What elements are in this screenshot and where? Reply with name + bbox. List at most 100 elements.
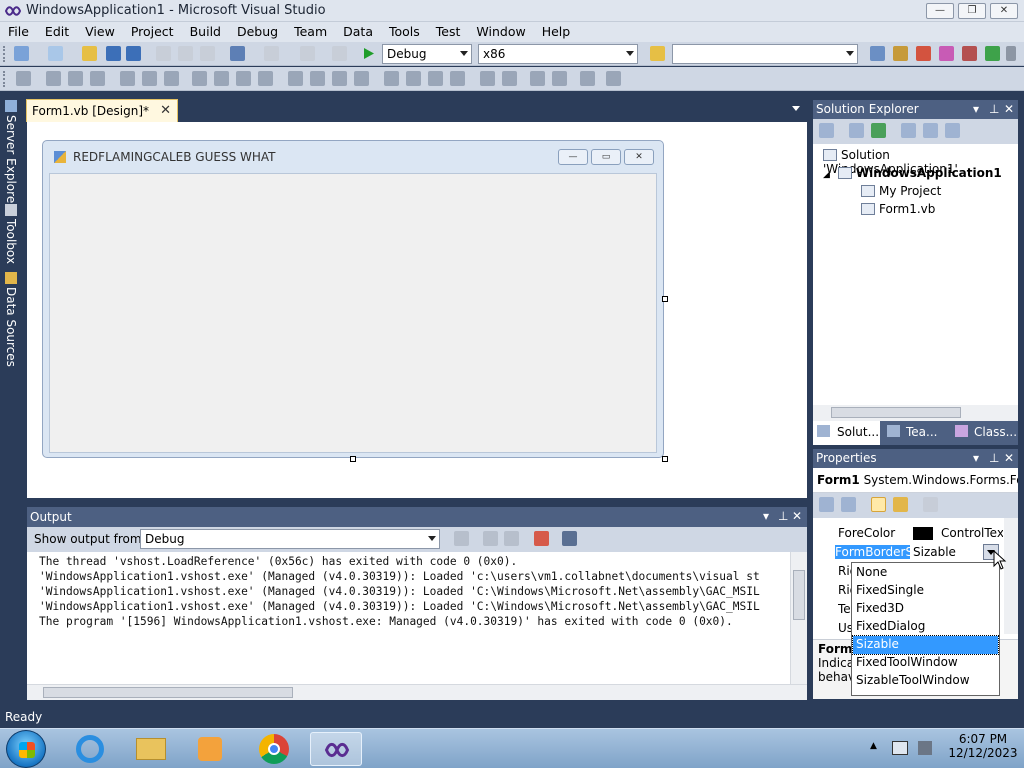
bring-to-front-icon[interactable] <box>530 71 545 86</box>
network-icon[interactable] <box>892 741 908 755</box>
solution-platform-dropdown[interactable]: x86 <box>478 44 638 64</box>
decrease-horizontal-spacing-icon[interactable] <box>332 71 347 86</box>
vertical-spacing-equal-icon[interactable] <box>384 71 399 86</box>
alphabetical-icon[interactable] <box>841 497 856 512</box>
scroll-thumb[interactable] <box>831 407 961 418</box>
next-message-icon[interactable] <box>504 531 519 546</box>
save-icon[interactable] <box>106 46 121 61</box>
toolbox-tab[interactable]: Toolbox <box>2 204 18 264</box>
internet-explorer-taskbar-button[interactable] <box>64 732 116 766</box>
align-lefts-icon[interactable] <box>46 71 61 86</box>
horizontal-spacing-equal-icon[interactable] <box>288 71 303 86</box>
align-to-grid-icon[interactable] <box>16 71 31 86</box>
menu-edit[interactable]: Edit <box>37 22 77 39</box>
scroll-thumb[interactable] <box>43 687 293 698</box>
find-message-icon[interactable] <box>454 531 469 546</box>
menu-build[interactable]: Build <box>182 22 229 39</box>
navigate-forward-icon[interactable] <box>332 46 347 61</box>
option-sizable-tool-window[interactable]: SizableToolWindow <box>853 672 998 690</box>
show-all-files-icon[interactable] <box>849 123 864 138</box>
chrome-taskbar-button[interactable] <box>248 732 300 766</box>
add-item-icon[interactable] <box>48 46 63 61</box>
menu-team[interactable]: Team <box>286 22 335 39</box>
navigate-backward-icon[interactable] <box>300 46 315 61</box>
property-row[interactable]: ForeColor ControlTex <box>813 524 1003 542</box>
solution-configuration-dropdown[interactable]: Debug <box>382 44 472 64</box>
active-files-dropdown-icon[interactable] <box>792 106 800 111</box>
align-bottoms-icon[interactable] <box>164 71 179 86</box>
events-icon[interactable] <box>893 497 908 512</box>
menu-window[interactable]: Window <box>468 22 533 39</box>
window-position-icon[interactable]: ▾ <box>763 509 769 523</box>
start-debugging-icon[interactable] <box>361 46 376 61</box>
option-none[interactable]: None <box>853 564 998 582</box>
restore-button[interactable]: ❐ <box>958 3 986 19</box>
close-output-icon[interactable]: ✕ <box>792 509 802 523</box>
option-fixed-3d[interactable]: Fixed3D <box>853 600 998 618</box>
auto-hide-pin-icon[interactable]: ⊥ <box>778 509 788 523</box>
output-source-dropdown[interactable]: Debug <box>140 529 440 549</box>
start-page-icon[interactable] <box>985 46 1000 61</box>
property-grid-scrollbar[interactable] <box>1004 518 1018 634</box>
toolbar-options-icon[interactable] <box>1006 46 1016 61</box>
paste-icon[interactable] <box>200 46 215 61</box>
align-rights-icon[interactable] <box>90 71 105 86</box>
find-input[interactable] <box>672 44 858 64</box>
tree-project[interactable]: ◢ WindowsApplication1 <box>823 166 1002 180</box>
view-class-diagram-icon[interactable] <box>945 123 960 138</box>
properties-view-icon[interactable] <box>871 497 886 512</box>
view-designer-icon[interactable] <box>923 123 938 138</box>
menu-test[interactable]: Test <box>428 22 469 39</box>
find-in-files-icon[interactable] <box>650 46 665 61</box>
properties-icon[interactable] <box>819 123 834 138</box>
property-row-selected[interactable]: FormBorderSt Sizable <box>813 543 1003 561</box>
redo-icon[interactable] <box>264 46 279 61</box>
save-all-icon[interactable] <box>126 46 141 61</box>
output-text[interactable]: The thread 'vshost.LoadReference' (0x56c… <box>27 552 789 685</box>
make-same-height-icon[interactable] <box>236 71 251 86</box>
solution-explorer-icon[interactable] <box>870 46 885 61</box>
clear-all-icon[interactable] <box>534 531 549 546</box>
tab-order-icon[interactable] <box>580 71 595 86</box>
menu-data[interactable]: Data <box>335 22 381 39</box>
property-pages-icon[interactable] <box>923 497 938 512</box>
remove-vertical-spacing-icon[interactable] <box>450 71 465 86</box>
align-centers-icon[interactable] <box>68 71 83 86</box>
resize-handle-corner[interactable] <box>662 456 668 462</box>
resize-handle-right[interactable] <box>662 296 668 302</box>
undo-icon[interactable] <box>230 46 245 61</box>
auto-hide-pin-icon[interactable]: ⊥ <box>989 102 999 116</box>
cut-icon[interactable] <box>156 46 171 61</box>
menu-project[interactable]: Project <box>123 22 182 39</box>
form-client-area[interactable] <box>49 173 657 453</box>
menu-debug[interactable]: Debug <box>229 22 286 39</box>
tab-team-explorer[interactable]: Tea... <box>906 425 937 439</box>
option-fixed-dialog[interactable]: FixedDialog <box>853 618 998 636</box>
make-same-size-icon[interactable] <box>258 71 273 86</box>
volume-muted-icon[interactable] <box>918 741 932 755</box>
send-to-back-icon[interactable] <box>552 71 567 86</box>
remove-horizontal-spacing-icon[interactable] <box>354 71 369 86</box>
close-pane-icon[interactable]: ✕ <box>1004 451 1014 465</box>
menu-tools[interactable]: Tools <box>381 22 428 39</box>
properties-window-icon[interactable] <box>893 46 908 61</box>
start-button[interactable] <box>6 730 46 768</box>
scroll-thumb[interactable] <box>793 570 805 620</box>
minimize-button[interactable]: — <box>926 3 954 19</box>
expander-icon[interactable]: ◢ <box>823 170 830 180</box>
menu-file[interactable]: File <box>0 22 37 39</box>
media-player-taskbar-button[interactable] <box>184 732 236 766</box>
form-border-style-dropdown-list[interactable]: None FixedSingle Fixed3D FixedDialog Siz… <box>851 562 1000 696</box>
menu-view[interactable]: View <box>77 22 123 39</box>
file-explorer-taskbar-button[interactable] <box>124 732 176 766</box>
output-vertical-scrollbar[interactable] <box>790 552 807 685</box>
toolbox-icon[interactable] <box>939 46 954 61</box>
refresh-icon[interactable] <box>871 123 886 138</box>
toolbar-grip[interactable] <box>3 46 7 62</box>
tree-form1[interactable]: Form1.vb <box>861 202 935 216</box>
resize-handle-bottom[interactable] <box>350 456 356 462</box>
previous-message-icon[interactable] <box>483 531 498 546</box>
align-middles-icon[interactable] <box>142 71 157 86</box>
show-hidden-icons-icon[interactable]: ▲ <box>870 741 877 751</box>
copy-icon[interactable] <box>178 46 193 61</box>
